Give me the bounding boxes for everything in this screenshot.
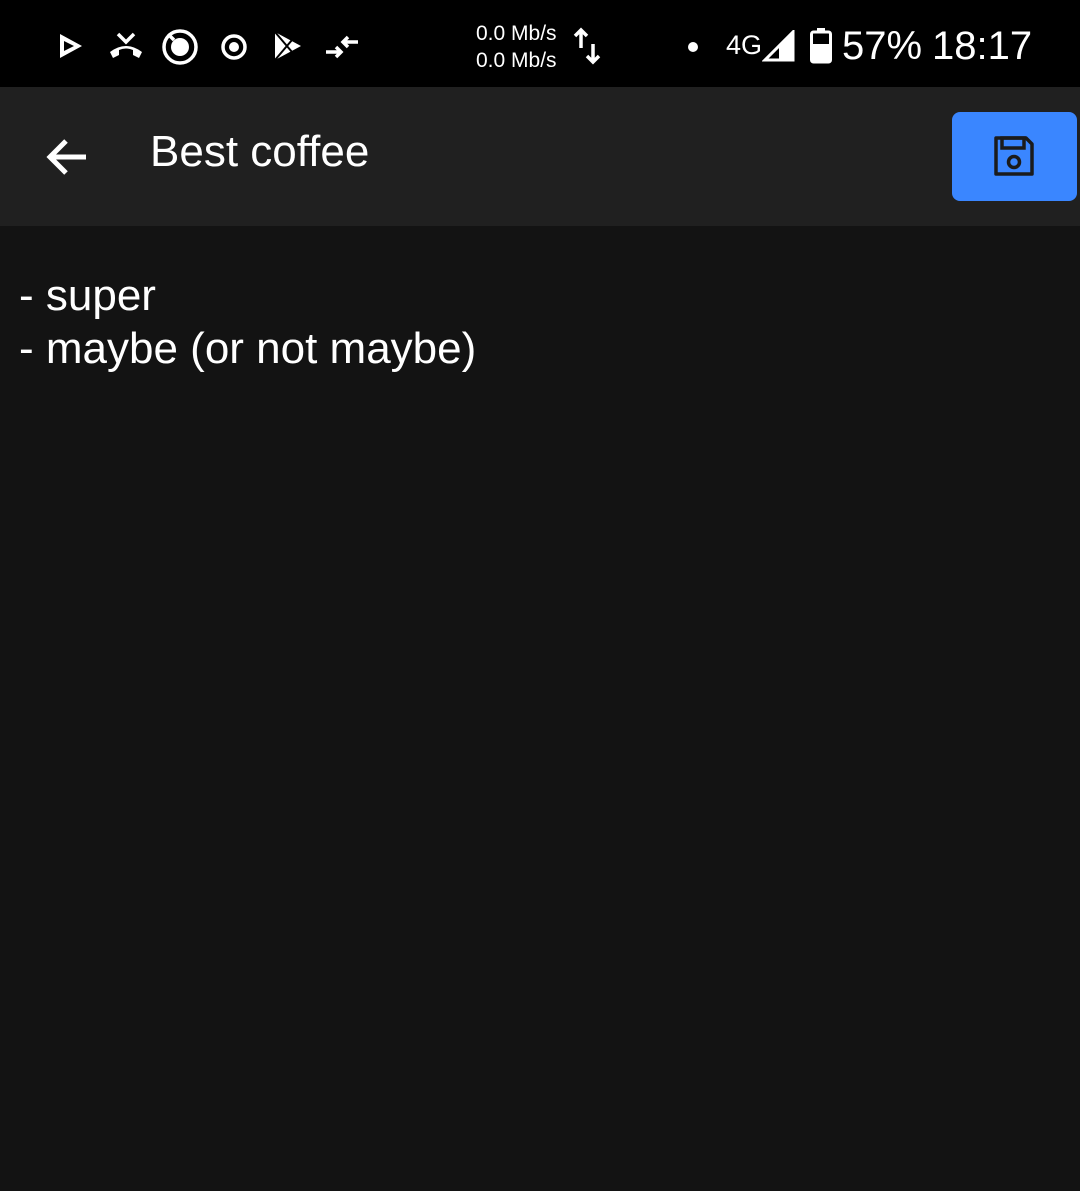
arrow-left-icon [46, 139, 86, 175]
target-icon [160, 26, 200, 66]
data-transfer-icon [572, 26, 602, 66]
upload-speed: 0.0 Mb/s [476, 22, 557, 45]
play-store-icon [268, 26, 308, 66]
save-button[interactable] [952, 112, 1077, 201]
download-speed: 0.0 Mb/s [476, 49, 557, 72]
data-saver-icon [322, 26, 362, 66]
signal-strength-icon [761, 28, 796, 62]
notification-dot [688, 42, 698, 52]
missed-call-icon [106, 26, 146, 66]
app-bar: Best coffee [0, 87, 1080, 226]
battery-icon [810, 28, 832, 64]
battery-percentage: 57% [842, 24, 923, 68]
note-editor[interactable]: - super - maybe (or not maybe) [0, 226, 1080, 1191]
note-title[interactable]: Best coffee [150, 127, 369, 177]
radio-icon [214, 26, 254, 66]
floppy-disk-icon [994, 136, 1034, 176]
network-type: 4G [726, 30, 763, 60]
network-speed: 0.0 Mb/s 0.0 Mb/s [476, 20, 557, 74]
note-line[interactable]: - maybe (or not maybe) [19, 324, 476, 374]
status-bar: 0.0 Mb/s 0.0 Mb/s 4G 57% 18:17 [0, 0, 1080, 87]
play-store-outline-icon [50, 26, 90, 66]
clock: 18:17 [932, 24, 1033, 68]
back-button[interactable] [36, 125, 100, 189]
note-line[interactable]: - super [19, 271, 156, 321]
